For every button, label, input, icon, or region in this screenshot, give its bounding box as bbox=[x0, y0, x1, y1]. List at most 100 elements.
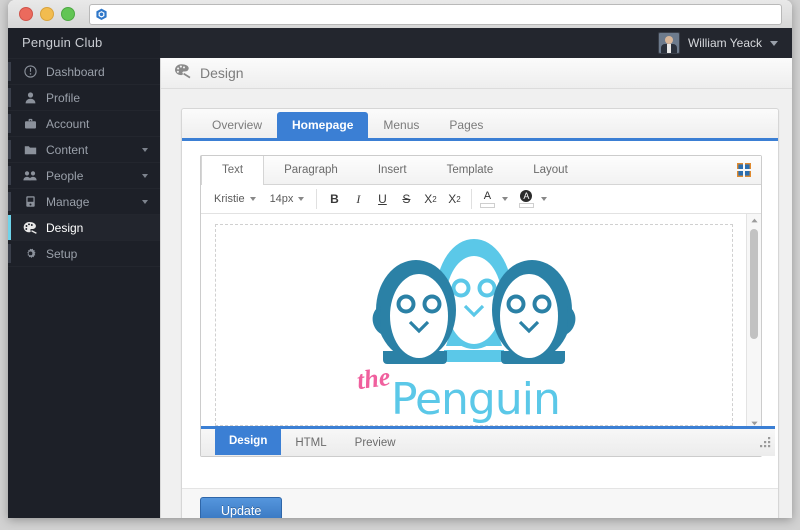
sidebar-item-label: People bbox=[46, 168, 84, 183]
penguin-left bbox=[372, 260, 456, 364]
penguin-club-logo: the Penguin bbox=[349, 232, 599, 426]
sidebar-item-design[interactable]: Design bbox=[8, 214, 160, 240]
panel-footer: Update bbox=[182, 488, 778, 518]
ribbon-tab-insert[interactable]: Insert bbox=[358, 156, 427, 184]
page-header: Design bbox=[161, 58, 792, 89]
expand-fullscreen-icon[interactable] bbox=[737, 163, 751, 182]
window-controls bbox=[8, 7, 75, 21]
sidebar-divider bbox=[8, 266, 160, 267]
tab-menus[interactable]: Menus bbox=[368, 113, 434, 138]
user-menu[interactable]: William Yeack bbox=[657, 32, 792, 54]
chevron-down-icon bbox=[770, 40, 778, 46]
subscript-exponent: 2 bbox=[456, 194, 461, 204]
superscript-base: X bbox=[424, 192, 433, 206]
sidebar-item-account[interactable]: Account bbox=[8, 110, 160, 136]
app-container: Penguin Club Dashboard Profile Account C… bbox=[8, 28, 792, 518]
ribbon-tab-template[interactable]: Template bbox=[427, 156, 514, 184]
editor-canvas-area: the Penguin bbox=[201, 214, 761, 430]
address-bar[interactable] bbox=[89, 3, 782, 25]
underline-button[interactable]: U bbox=[370, 189, 394, 209]
chevron-down-icon bbox=[298, 197, 305, 201]
chevron-down-icon bbox=[142, 199, 148, 204]
palette-icon bbox=[174, 63, 191, 84]
briefcase-icon bbox=[22, 117, 38, 130]
design-panel: Overview Homepage Menus Pages Text Parag… bbox=[181, 108, 779, 518]
user-icon bbox=[22, 91, 38, 104]
scrollbar-thumb[interactable] bbox=[750, 229, 758, 339]
chevron-down-icon bbox=[249, 197, 256, 201]
editor-canvas[interactable]: the Penguin bbox=[201, 214, 747, 430]
browser-window: Penguin Club Dashboard Profile Account C… bbox=[8, 0, 792, 518]
sidebar-item-label: Profile bbox=[46, 90, 81, 105]
url-input[interactable] bbox=[112, 5, 776, 23]
subscript-button[interactable]: X2 bbox=[442, 189, 466, 209]
highlight-color-dropdown-icon[interactable] bbox=[541, 197, 548, 201]
sidebar-item-manage[interactable]: Manage bbox=[8, 188, 160, 214]
sidebar-item-profile[interactable]: Profile bbox=[8, 84, 160, 110]
strikethrough-button[interactable]: S bbox=[394, 189, 418, 209]
people-icon bbox=[22, 169, 38, 182]
superscript-button[interactable]: X2 bbox=[418, 189, 442, 209]
sidebar: Penguin Club Dashboard Profile Account C… bbox=[8, 28, 160, 518]
dashboard-icon bbox=[22, 65, 38, 78]
text-color-glyph: A bbox=[483, 189, 492, 202]
chevron-down-icon bbox=[142, 173, 148, 178]
highlight-glyph: A bbox=[520, 190, 533, 202]
minimize-window-button[interactable] bbox=[40, 7, 54, 21]
ribbon-tab-paragraph[interactable]: Paragraph bbox=[264, 156, 358, 184]
tab-homepage[interactable]: Homepage bbox=[277, 112, 369, 138]
highlight-color-swatch bbox=[518, 203, 534, 208]
ribbon-tab-text[interactable]: Text bbox=[201, 156, 265, 185]
font-family-select[interactable]: Kristie bbox=[207, 193, 263, 205]
italic-button[interactable]: I bbox=[346, 189, 370, 209]
font-family-value: Kristie bbox=[214, 193, 245, 205]
topbar: William Yeack bbox=[160, 28, 792, 58]
tab-pages[interactable]: Pages bbox=[434, 113, 498, 138]
ribbon-tab-layout[interactable]: Layout bbox=[513, 156, 588, 184]
logo-the-text: the bbox=[355, 361, 393, 396]
text-color-dropdown-icon[interactable] bbox=[502, 197, 509, 201]
bold-button[interactable]: B bbox=[322, 189, 346, 209]
view-tab-design[interactable]: Design bbox=[215, 427, 282, 455]
sidebar-item-label: Dashboard bbox=[46, 64, 105, 79]
logo-penguin-text: Penguin bbox=[391, 374, 561, 425]
canvas-scrollbar[interactable] bbox=[746, 214, 761, 430]
close-window-button[interactable] bbox=[19, 7, 33, 21]
logo-wordmark: the Penguin bbox=[349, 362, 599, 426]
scroll-up-icon[interactable] bbox=[747, 214, 761, 227]
editor-view-tabs: Design HTML Preview bbox=[201, 426, 775, 456]
view-tab-preview[interactable]: Preview bbox=[341, 431, 410, 455]
rich-text-editor: Text Paragraph Insert Template Layout Kr… bbox=[200, 155, 775, 457]
chevron-down-icon bbox=[142, 147, 148, 152]
text-color-button[interactable]: A bbox=[477, 189, 497, 208]
sidebar-item-content[interactable]: Content bbox=[8, 136, 160, 162]
server-icon bbox=[22, 195, 38, 208]
editor-ribbon-tabs: Text Paragraph Insert Template Layout bbox=[201, 156, 761, 185]
update-button[interactable]: Update bbox=[200, 497, 283, 518]
sidebar-item-label: Account bbox=[46, 116, 90, 131]
maximize-window-button[interactable] bbox=[61, 7, 75, 21]
subscript-base: X bbox=[448, 192, 457, 206]
sidebar-item-label: Design bbox=[46, 220, 84, 235]
view-tab-html[interactable]: HTML bbox=[281, 431, 340, 455]
three-penguins-graphic bbox=[372, 239, 576, 364]
highlight-color-button[interactable]: A bbox=[516, 190, 536, 208]
tab-overview[interactable]: Overview bbox=[197, 113, 277, 138]
sidebar-item-dashboard[interactable]: Dashboard bbox=[8, 58, 160, 84]
sidebar-item-setup[interactable]: Setup bbox=[8, 240, 160, 266]
sidebar-item-label: Manage bbox=[46, 194, 90, 209]
toolbar-divider bbox=[471, 189, 473, 209]
toolbar-divider bbox=[316, 189, 318, 209]
sidebar-item-label: Content bbox=[46, 142, 89, 157]
resize-grip-icon[interactable] bbox=[760, 435, 771, 453]
superscript-exponent: 2 bbox=[432, 194, 437, 204]
hexagon-icon bbox=[95, 8, 108, 21]
page-title: Design bbox=[200, 65, 244, 81]
gear-icon bbox=[22, 247, 38, 260]
user-name-label: William Yeack bbox=[687, 36, 762, 50]
font-size-select[interactable]: 14px bbox=[263, 193, 312, 205]
penguin-right bbox=[492, 260, 576, 364]
brand-title: Penguin Club bbox=[22, 35, 103, 50]
sidebar-item-people[interactable]: People bbox=[8, 162, 160, 188]
avatar bbox=[657, 32, 680, 54]
